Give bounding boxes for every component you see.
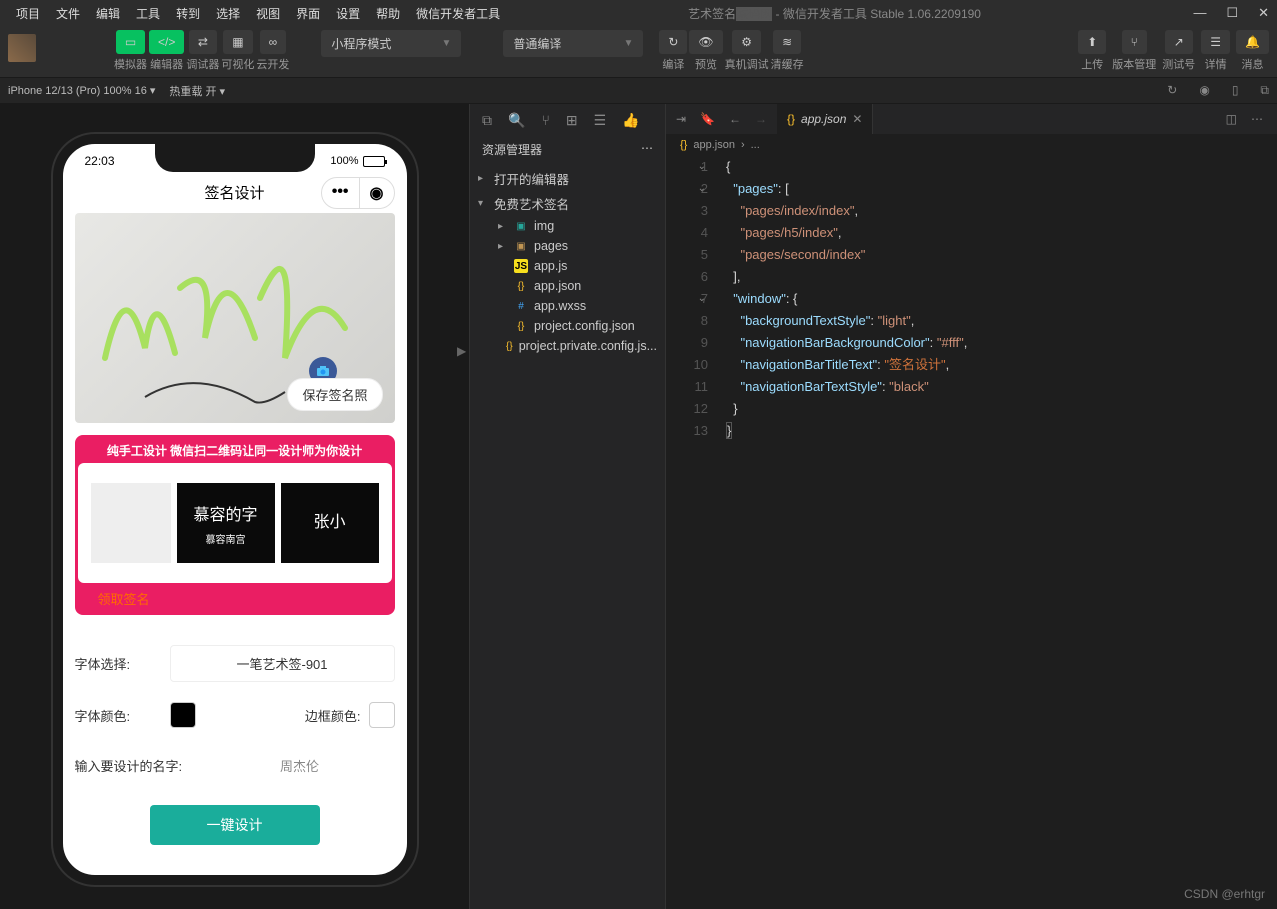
menu-item[interactable]: 工具: [128, 3, 168, 25]
menu-item[interactable]: 帮助: [368, 3, 408, 25]
more-icon[interactable]: ⋯: [641, 141, 653, 158]
avatar[interactable]: [8, 34, 36, 62]
simulator-panel: 22:03 100% 签名设计 •••◉ 保存签名照 纯手工设计 微信扫二维码让…: [0, 104, 470, 909]
file-node[interactable]: {} app.json: [470, 276, 665, 296]
code-editor[interactable]: 1⌄2⌄34567⌄8910111213 { "pages": [ "pages…: [666, 156, 1277, 442]
file-node[interactable]: # app.wxss: [470, 296, 665, 316]
open-editors-section[interactable]: ▸打开的编辑器: [470, 166, 665, 191]
capsule-menu-icon[interactable]: •••: [322, 178, 360, 208]
explorer-title: 资源管理器: [482, 141, 542, 158]
save-signature-button[interactable]: 保存签名照: [287, 378, 382, 411]
simulator-button[interactable]: ▭: [116, 30, 145, 54]
menu-item[interactable]: 转到: [168, 3, 208, 25]
name-input-label: 输入要设计的名字:: [75, 756, 205, 775]
upload-button[interactable]: ⬆: [1078, 30, 1106, 54]
compile-select[interactable]: 普通编译▼: [503, 30, 643, 57]
clearcache-button[interactable]: ≋: [773, 30, 801, 54]
font-color-label: 字体颜色:: [75, 706, 170, 725]
tab-more-icon[interactable]: ⋯: [1251, 112, 1263, 126]
name-input[interactable]: 周杰伦: [205, 748, 395, 783]
list-icon[interactable]: ☰: [594, 112, 607, 129]
simulator-sub-toolbar: iPhone 12/13 (Pro) 100% 16 ▾ 热重载 开 ▾ ↻ ◉…: [0, 78, 1277, 104]
cloud-button[interactable]: ∞: [260, 30, 287, 54]
menu-item[interactable]: 选择: [208, 3, 248, 25]
signature-preview: 保存签名照: [75, 213, 395, 423]
app-title: 艺术签名察码网 - 微信开发者工具 Stable 1.06.2209190: [688, 5, 981, 22]
close-icon[interactable]: ✕: [1258, 5, 1269, 21]
menu-item[interactable]: 文件: [48, 3, 88, 25]
editor-button[interactable]: </>: [149, 30, 184, 54]
file-node[interactable]: ▸▣ pages: [470, 236, 665, 256]
expand-handle[interactable]: ▶: [457, 344, 469, 384]
border-color-picker[interactable]: [369, 702, 395, 728]
watermark: CSDN @erhtgr: [1184, 887, 1265, 901]
maximize-icon[interactable]: ☐: [1226, 5, 1238, 21]
version-button[interactable]: ⑂: [1122, 30, 1147, 54]
menu-item[interactable]: 微信开发者工具: [408, 3, 508, 25]
back-icon[interactable]: ←: [729, 112, 741, 126]
file-node[interactable]: ▸▣ img: [470, 216, 665, 236]
border-color-label: 边框颜色:: [305, 706, 361, 725]
menu-item[interactable]: 界面: [288, 3, 328, 25]
files-icon[interactable]: ⧉: [482, 112, 492, 129]
font-label: 字体选择:: [75, 654, 170, 673]
compile-button[interactable]: ↻: [659, 30, 687, 54]
blurred-image: [91, 483, 171, 563]
branch-icon[interactable]: ⑂: [541, 112, 549, 129]
menu-bar: 项目文件编辑工具转到选择视图界面设置帮助微信开发者工具 艺术签名察码网 - 微信…: [0, 0, 1277, 26]
phone-notch: [155, 144, 315, 172]
split-editor-icon[interactable]: ◫: [1226, 112, 1237, 126]
device-select[interactable]: iPhone 12/13 (Pro) 100% 16 ▾: [8, 84, 155, 97]
editor-panel: ⇥ 🔖 ← → {} app.json ✕ ◫ ⋯ {}app.json › .…: [666, 104, 1277, 909]
thumb-icon[interactable]: 👍: [622, 112, 639, 129]
message-button[interactable]: 🔔: [1236, 30, 1269, 54]
file-node[interactable]: {} project.private.config.js...: [470, 336, 665, 356]
page-title: 签名设计: [204, 182, 264, 203]
search-icon[interactable]: 🔍: [508, 112, 525, 129]
json-icon: {}: [787, 112, 795, 126]
popout-icon[interactable]: ⧉: [1260, 83, 1269, 98]
font-color-picker[interactable]: [170, 702, 196, 728]
sample-card-1[interactable]: 慕容的字慕容南宫: [177, 483, 275, 563]
minimize-icon[interactable]: —: [1193, 5, 1206, 21]
status-time: 22:03: [85, 154, 115, 168]
device-icon[interactable]: ▯: [1232, 83, 1239, 98]
debugger-button[interactable]: ⇄: [189, 30, 217, 54]
font-picker[interactable]: 一笔艺术签-901: [170, 645, 395, 682]
promo-title: 纯手工设计 微信扫二维码让同一设计师为你设计: [78, 438, 392, 463]
menu-item[interactable]: 视图: [248, 3, 288, 25]
phone-frame: 22:03 100% 签名设计 •••◉ 保存签名照 纯手工设计 微信扫二维码让…: [53, 134, 417, 885]
visualize-button[interactable]: ▦: [223, 30, 252, 54]
file-node[interactable]: {} project.config.json: [470, 316, 665, 336]
realdebug-button[interactable]: ⚙: [732, 30, 761, 54]
design-button[interactable]: 一键设计: [150, 805, 320, 845]
promo-box: 纯手工设计 微信扫二维码让同一设计师为你设计 慕容的字慕容南宫 张小 领取签名: [75, 435, 395, 615]
record-icon[interactable]: ◉: [1199, 83, 1209, 98]
explorer-panel: ⧉ 🔍 ⑂ ⊞ ☰ 👍 资源管理器 ⋯ ▸打开的编辑器 ▾免费艺术签名 ▸▣ i…: [470, 104, 666, 909]
menu-item[interactable]: 编辑: [88, 3, 128, 25]
preview-button[interactable]: 👁: [689, 30, 722, 54]
capsule[interactable]: •••◉: [321, 177, 395, 209]
editor-tab[interactable]: {} app.json ✕: [777, 104, 873, 134]
menu-item[interactable]: 设置: [328, 3, 368, 25]
mode-select[interactable]: 小程序模式▼: [321, 30, 461, 57]
grid-icon[interactable]: ⊞: [566, 112, 578, 129]
forward-icon[interactable]: →: [755, 112, 767, 126]
breadcrumb[interactable]: {}app.json › ...: [666, 134, 1277, 156]
detail-button[interactable]: ☰: [1201, 30, 1230, 54]
hotreload-toggle[interactable]: 热重载 开 ▾: [169, 83, 225, 99]
sample-card-2[interactable]: 张小: [281, 483, 379, 563]
refresh-icon[interactable]: ↻: [1167, 83, 1177, 98]
status-battery: 100%: [330, 154, 384, 168]
file-node[interactable]: JS app.js: [470, 256, 665, 276]
toolbar: ▭模拟器</>编辑器⇄调试器▦可视化∞云开发 小程序模式▼ 普通编译▼ ↻编译👁…: [0, 26, 1277, 78]
get-signature-link[interactable]: 领取签名: [78, 583, 392, 612]
close-tab-icon[interactable]: ✕: [852, 112, 862, 126]
toggle-sidebar-icon[interactable]: ⇥: [676, 112, 686, 126]
menu-item[interactable]: 项目: [8, 3, 48, 25]
bookmark-icon[interactable]: 🔖: [700, 112, 715, 126]
project-root[interactable]: ▾免费艺术签名: [470, 191, 665, 216]
capsule-close-icon[interactable]: ◉: [360, 178, 394, 208]
testacc-button[interactable]: ↗: [1165, 30, 1193, 54]
